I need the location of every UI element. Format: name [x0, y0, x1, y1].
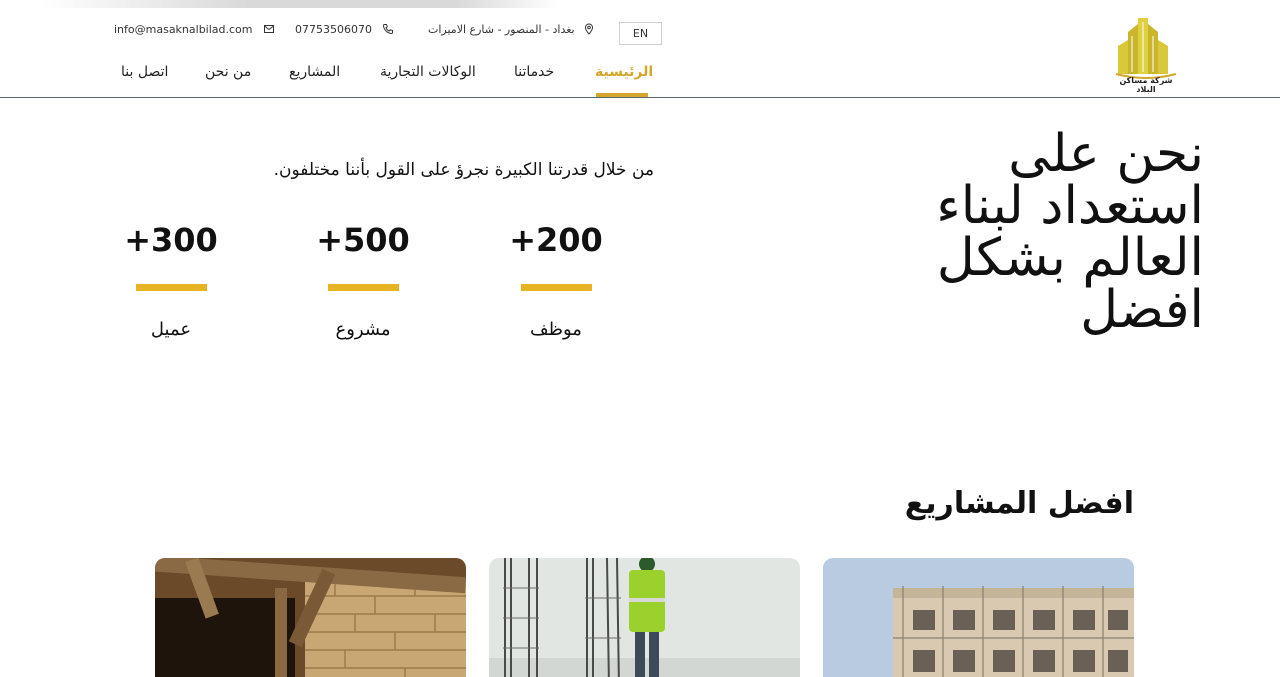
contact-email[interactable]: info@masaknalbilad.com [114, 20, 275, 38]
stat-value: +300 [124, 221, 218, 259]
active-nav-indicator [596, 93, 648, 97]
phone-text[interactable]: 07753506070 [295, 23, 372, 36]
mail-icon [263, 23, 275, 35]
nav-item-home[interactable]: الرئيسية [595, 64, 653, 80]
phone-icon [382, 23, 394, 35]
site-header: شركة مساكن البلاد EN بغداد - المنصور - ش… [0, 0, 1280, 98]
stat-employees: +200 موظف [486, 218, 626, 340]
stat-bar [520, 284, 592, 291]
address-text: بغداد - المنصور - شارع الاميرات [428, 22, 575, 36]
stat-bar [327, 284, 399, 291]
hero-subtitle: من خلال قدرتنا الكبيرة نجرؤ على القول بأ… [273, 160, 654, 180]
stat-label: موظف [530, 319, 582, 340]
nav-item-projects[interactable]: المشاريع [289, 64, 340, 80]
nav-item-about[interactable]: من نحن [205, 64, 251, 80]
stat-value: +500 [316, 221, 410, 259]
project-card-1[interactable] [155, 558, 466, 677]
main-nav: الرئيسية خدماتنا الوكالات التجارية المشا… [0, 58, 1280, 98]
hero-title: نحن على استعداد لبناء العالم بشكل افضل [936, 124, 1204, 340]
email-text[interactable]: info@masaknalbilad.com [114, 23, 253, 36]
stat-value: +200 [509, 221, 603, 259]
stat-label: مشروع [335, 319, 391, 340]
project-card-3[interactable] [823, 558, 1134, 677]
nav-item-agencies[interactable]: الوكالات التجارية [380, 64, 476, 80]
project-photo-worker-rebar [489, 558, 800, 677]
nav-item-services[interactable]: خدماتنا [514, 64, 554, 80]
stat-label: عميل [150, 319, 192, 340]
project-photo-building [823, 558, 1134, 677]
nav-item-contact[interactable]: اتصل بنا [121, 64, 168, 80]
contact-address: بغداد - المنصور - شارع الاميرات [428, 20, 595, 38]
stat-bar [135, 284, 207, 291]
stat-clients: +300 عميل [101, 218, 241, 340]
location-pin-icon [583, 23, 595, 35]
contact-phone[interactable]: 07753506070 [295, 20, 394, 38]
language-button[interactable]: EN [619, 22, 662, 45]
stat-projects: +500 مشروع [293, 218, 433, 340]
projects-section-title: افضل المشاريع [904, 486, 1134, 521]
project-card-2[interactable] [489, 558, 800, 677]
project-photo-brick-wall [155, 558, 466, 677]
